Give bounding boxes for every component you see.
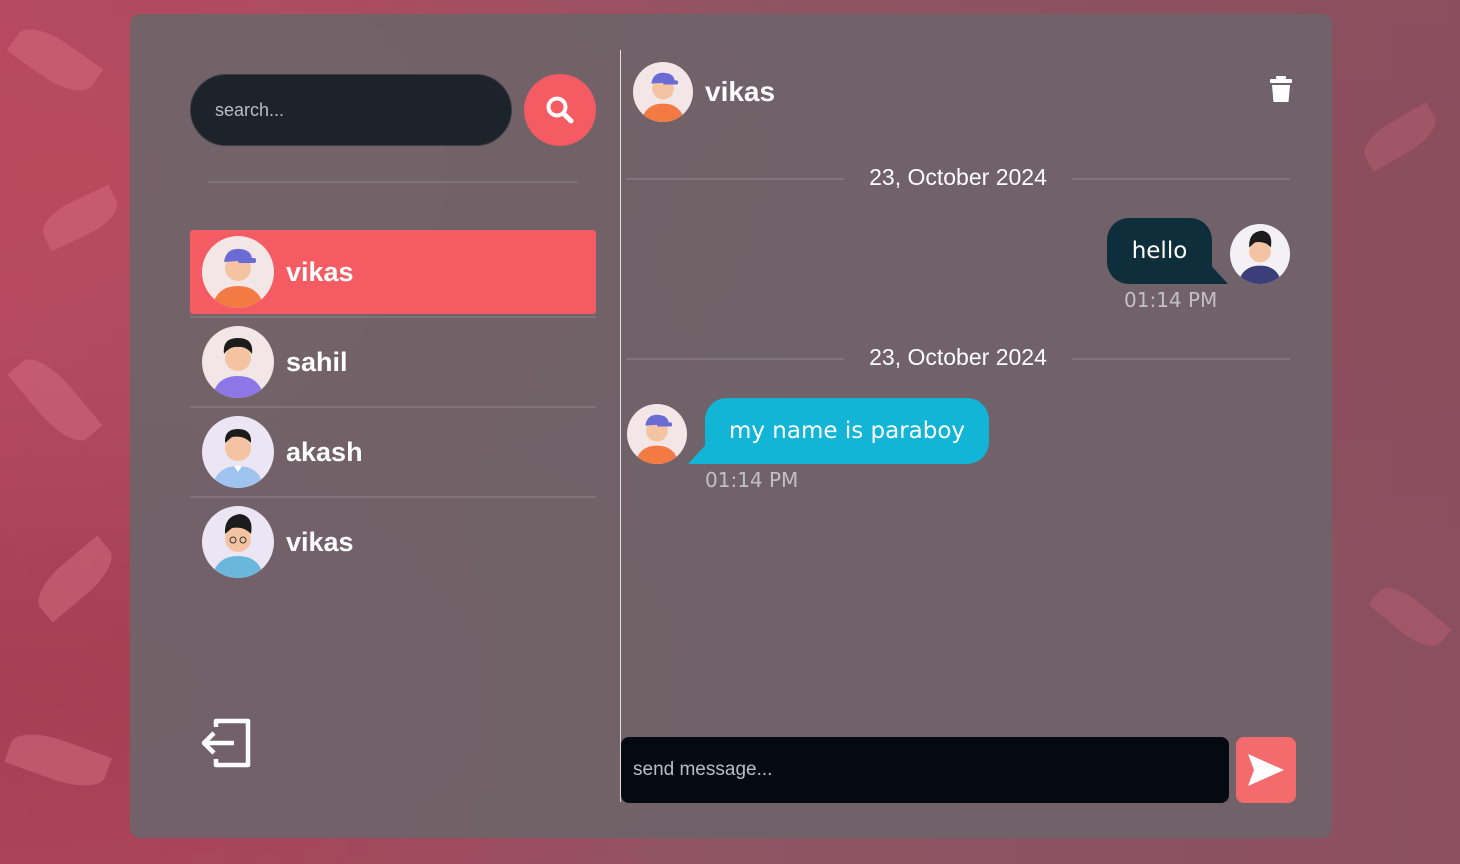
chat-app-panel: vikas sahil akash	[130, 14, 1332, 838]
date-separator: 23, October 2024	[626, 344, 1290, 374]
contact-name: vikas	[286, 526, 354, 557]
sidebar-divider	[208, 181, 578, 183]
date-label: 23, October 2024	[869, 164, 1047, 190]
contact-item-vikas-2[interactable]: vikas	[190, 500, 596, 584]
contact-item-sahil[interactable]: sahil	[190, 320, 596, 404]
search-button[interactable]	[524, 74, 596, 146]
chat-header-avatar	[633, 62, 693, 122]
panel-divider	[620, 50, 621, 802]
contact-item-vikas[interactable]: vikas	[190, 230, 596, 314]
logout-button[interactable]	[200, 717, 252, 774]
avatar	[627, 404, 687, 464]
avatar	[202, 236, 274, 308]
avatar	[1230, 224, 1290, 284]
send-icon	[1248, 754, 1284, 786]
logout-icon	[201, 718, 251, 768]
date-separator: 23, October 2024	[626, 164, 1290, 194]
search-input[interactable]	[190, 74, 512, 146]
message-time: 01:14 PM	[705, 468, 799, 492]
avatar	[202, 326, 274, 398]
message-time: 01:14 PM	[1124, 288, 1218, 312]
trash-icon	[1270, 76, 1292, 102]
contact-name: vikas	[286, 256, 354, 287]
contact-item-akash[interactable]: akash	[190, 410, 596, 494]
message-bubble-outgoing: hello	[1107, 218, 1212, 284]
contact-separator	[190, 316, 596, 318]
message-input[interactable]	[621, 737, 1229, 803]
contact-separator	[190, 406, 596, 408]
delete-chat-button[interactable]	[1270, 76, 1292, 107]
date-label: 23, October 2024	[869, 344, 1047, 370]
chat-header-name: vikas	[705, 76, 776, 107]
avatar	[202, 506, 274, 578]
contact-name: akash	[286, 436, 363, 467]
bubble-tail	[1206, 260, 1228, 284]
message-bubble-incoming: my name is paraboy	[705, 398, 989, 464]
contact-separator	[190, 496, 596, 498]
contact-name: sahil	[286, 346, 348, 377]
send-button[interactable]	[1236, 737, 1296, 803]
search-icon	[546, 96, 574, 124]
avatar	[202, 416, 274, 488]
